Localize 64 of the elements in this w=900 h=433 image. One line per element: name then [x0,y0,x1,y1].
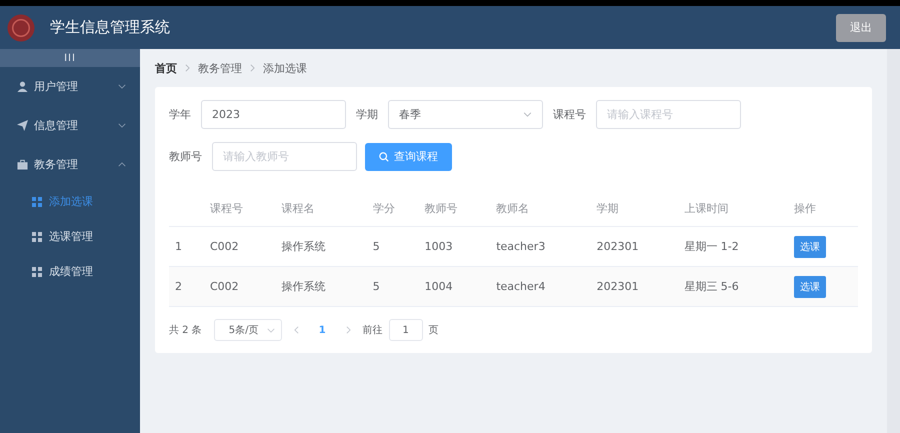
column-header: 操作 [794,202,816,214]
table-cell: 星期三 5-6 [684,280,739,293]
submenu-item[interactable]: 成绩管理 [0,254,140,289]
table-cell: teacher3 [496,240,546,253]
column-header: 学期 [596,202,619,214]
field-label: 课程号 [553,107,586,122]
table-cell: 操作系统 [282,280,326,293]
column-header: 上课时间 [684,202,728,214]
course-number-field[interactable]: 请输入课程号 [596,100,741,129]
chevron-icon [118,123,126,128]
column-header: 课程号 [210,202,243,214]
menu-item[interactable]: 教务管理 [0,145,140,184]
table-cell: 202301 [596,240,639,253]
app-title: 学生信息管理系统 [50,18,170,37]
column-header: 课程名 [282,202,315,214]
column-header: 教师号 [424,202,458,214]
grid-icon [32,196,42,206]
field-label: 教师号 [169,149,202,164]
table-cell: 1 [175,240,182,253]
field-label: 学期 [356,107,378,122]
year-field[interactable]: 2023 [201,100,346,129]
grid-icon [32,232,42,242]
table-cell: 5 [372,240,380,253]
grid-icon [32,266,42,276]
collapse-toggle[interactable]: III [0,49,140,67]
field-label: 学年 [169,107,191,122]
table-cell: C002 [210,280,239,293]
submenu-item[interactable]: 选课管理 [0,219,140,254]
column-header: 学分 [372,202,395,214]
total-count: 共 2 条 [169,324,202,337]
table-cell: C002 [210,240,239,253]
menu-item[interactable]: 信息管理 [0,106,140,145]
page-jump-field[interactable]: 1 [388,319,423,341]
chevron-icon [118,162,126,167]
menu-item[interactable]: 用户管理 [0,67,140,106]
emblem-icon [6,12,36,42]
next-page-icon[interactable] [346,326,351,334]
paper-plane-icon [17,120,28,131]
goto-label: 前往 [362,324,383,337]
page-unit-label: 页 [428,324,439,337]
table-cell: 操作系统 [282,240,326,253]
table-cell: 5 [372,280,380,293]
previous-page-icon[interactable] [294,326,299,334]
table-cell: teacher4 [496,280,546,293]
teacher-number-field[interactable]: 请输入教师号 [212,142,357,171]
select-course-button[interactable]: 选课 [794,236,826,258]
table-cell: 星期一 1-2 [684,240,739,253]
page-size-dropdown[interactable]: 5条/页 [214,319,282,341]
table-cell: 1004 [424,280,453,293]
breadcrumb-separator-icon [185,64,190,72]
column-header: 教师名 [496,202,530,214]
chevron-icon [523,112,532,117]
breadcrumb-link[interactable]: 首页 [155,60,177,76]
bag-icon [17,159,28,170]
table-cell: 2 [175,280,182,293]
select-course-button[interactable]: 选课 [794,276,826,298]
chevron-icon [118,84,126,89]
user-icon [17,81,28,92]
breadcrumb-separator-icon [250,64,255,72]
table-cell: 1003 [424,240,453,253]
chevron-icon [266,328,275,332]
search-icon [379,152,389,162]
term-dropdown[interactable]: 春季 [388,100,543,129]
table-cell: 202301 [596,280,639,293]
